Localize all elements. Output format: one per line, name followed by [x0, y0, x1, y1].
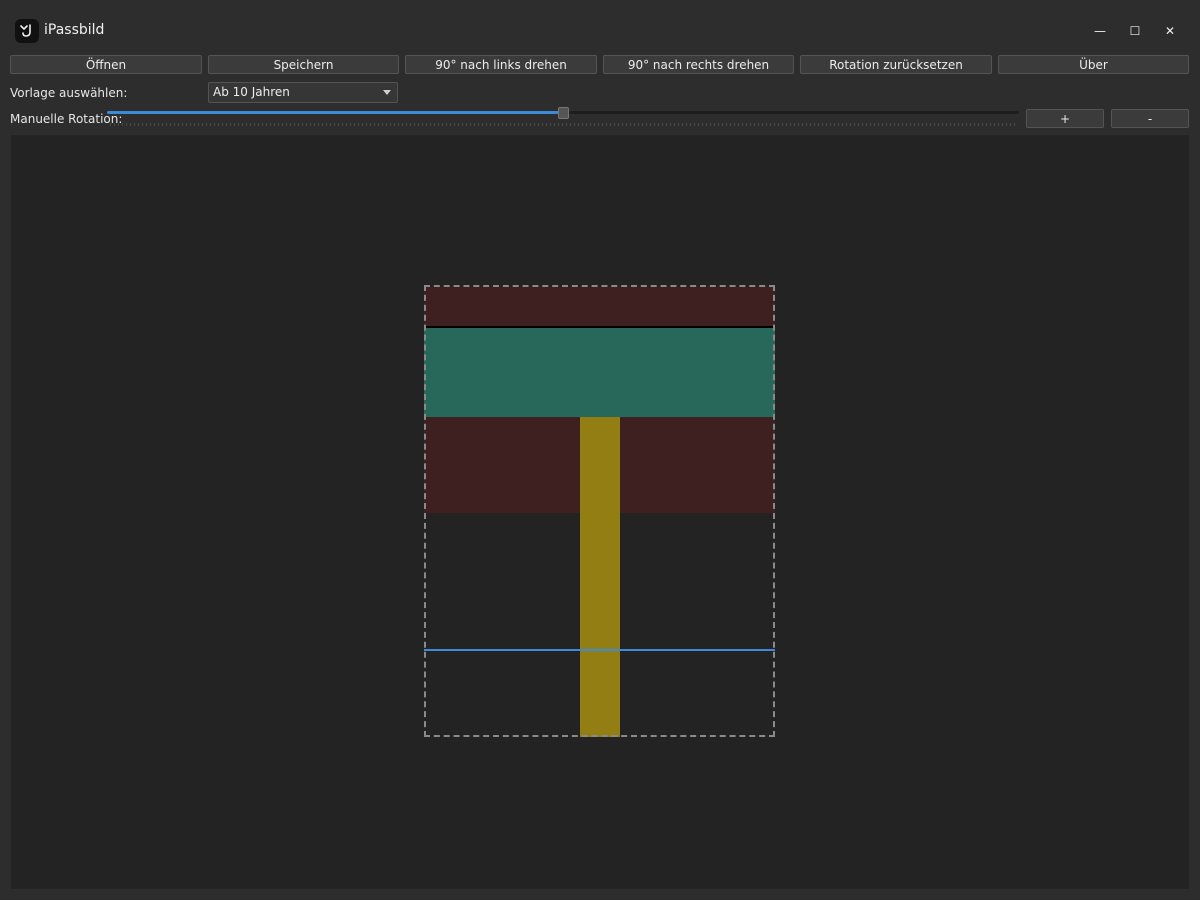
- app-logo-icon: [15, 19, 39, 43]
- title-bar: iPassbild — ☐ ✕: [0, 0, 1200, 54]
- reset-rotation-button[interactable]: Rotation zurücksetzen: [800, 55, 992, 74]
- template-label: Vorlage auswählen:: [10, 86, 128, 100]
- chevron-down-icon: [383, 90, 391, 95]
- about-button[interactable]: Über: [998, 55, 1189, 74]
- template-select[interactable]: Ab 10 Jahren: [208, 82, 398, 103]
- open-button[interactable]: Öffnen: [10, 55, 202, 74]
- rotation-slider-handle[interactable]: [558, 107, 569, 119]
- rotation-slider-fill: [107, 111, 563, 114]
- rotation-slider-ticks: [110, 123, 1016, 126]
- rotate-right-button[interactable]: 90° nach rechts drehen: [603, 55, 794, 74]
- template-select-value: Ab 10 Jahren: [213, 85, 290, 99]
- close-icon[interactable]: ✕: [1157, 20, 1183, 42]
- rotate-left-button[interactable]: 90° nach links drehen: [405, 55, 597, 74]
- window-title: iPassbild: [44, 22, 105, 38]
- minimize-icon[interactable]: —: [1087, 20, 1113, 42]
- rotate-minus-button[interactable]: -: [1111, 109, 1189, 128]
- image-canvas[interactable]: [11, 135, 1189, 889]
- crop-frame[interactable]: [424, 285, 775, 737]
- maximize-icon[interactable]: ☐: [1122, 20, 1148, 42]
- save-button[interactable]: Speichern: [208, 55, 399, 74]
- rotate-plus-button[interactable]: +: [1026, 109, 1104, 128]
- rotation-label: Manuelle Rotation:: [10, 112, 123, 126]
